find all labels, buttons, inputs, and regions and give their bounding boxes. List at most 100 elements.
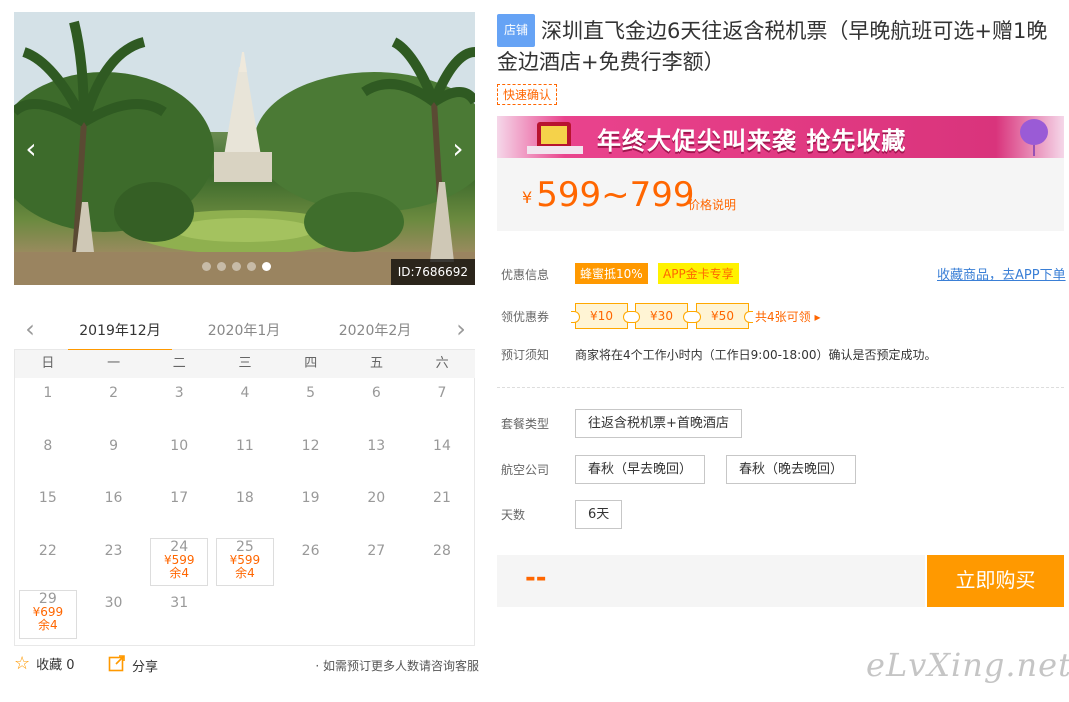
discount-label: 优惠信息: [501, 268, 550, 282]
calendar-day: 26: [278, 536, 344, 589]
price-note-link[interactable]: 价格说明: [688, 196, 736, 213]
calendar-day-number: 24: [170, 538, 189, 555]
calendar-day-stock: 余4: [169, 565, 190, 580]
promo-banner-text: 年终大促尖叫来袭 抢先收藏: [597, 127, 907, 155]
calendar-day: 28: [409, 536, 475, 589]
shop-tag: 店铺: [497, 14, 536, 47]
product-title: 店铺 深圳直飞金边6天往返含税机票（早晚航班可选+赠1晚金边酒店+免费行李额）: [497, 14, 1065, 78]
calendar-day-number: 2: [109, 385, 118, 401]
gallery-dot[interactable]: [232, 262, 241, 271]
calendar-day-number: 15: [38, 490, 57, 506]
weekday-label: 五: [369, 356, 383, 371]
gallery-dots: [202, 262, 271, 271]
booking-notice: 商家将在4个工作小时内（工作日9:00-18:00）确认是否预定成功。: [575, 348, 937, 362]
days-option[interactable]: 6天: [575, 500, 623, 529]
calendar-day-number: 13: [367, 437, 386, 454]
promo-banner[interactable]: 年终大促尖叫来袭 抢先收藏: [497, 116, 1064, 158]
calendar-day: 20: [343, 483, 409, 536]
calendar-day: 18: [212, 483, 278, 536]
gallery-dot-active[interactable]: [262, 262, 271, 271]
product-gallery: ‹ › ID:7686692: [14, 12, 475, 285]
share-icon: [108, 654, 126, 676]
gallery-dot[interactable]: [247, 262, 256, 271]
price-box: ¥599~799 价格说明: [497, 158, 1064, 231]
package-option[interactable]: 往返含税机票+首晚酒店: [575, 409, 742, 438]
calendar-day-number: 23: [104, 542, 123, 559]
calendar-day-number: 10: [170, 437, 189, 454]
calendar-day-available[interactable]: 29 ¥699 余4: [15, 588, 81, 641]
calendar-month-tab[interactable]: 2020年1月: [198, 320, 290, 340]
calendar-day: 21: [409, 483, 475, 536]
calendar-day-number: 22: [38, 542, 57, 559]
calendar-day-number: 21: [433, 490, 451, 506]
calendar-day: 15: [15, 483, 81, 536]
coupon-50[interactable]: ¥50: [692, 303, 753, 329]
calendar-day-number: 18: [235, 490, 254, 506]
calendar-day-number: 4: [240, 385, 250, 401]
coupon-10[interactable]: ¥10: [571, 303, 632, 329]
calendar-day-number: 7: [437, 385, 447, 401]
calendar-grid: 1 2 3 4 5 6 7 8 9 10 11 12 13 14 15 16 17 18 19 20 21 22 23 24 ¥…: [15, 378, 475, 641]
calendar-day-number: 26: [301, 542, 320, 559]
share-button[interactable]: 分享: [108, 654, 158, 676]
calendar-day-number: 31: [170, 595, 189, 611]
calendar-day: 8: [15, 431, 81, 484]
temple-photo: [14, 12, 475, 285]
buy-now-button[interactable]: 立即购买: [927, 555, 1064, 607]
package-label: 套餐类型: [501, 417, 550, 431]
calendar-day-available[interactable]: 24 ¥599 余4: [146, 536, 212, 589]
calendar-day: 9: [81, 431, 147, 484]
calendar-day: 3: [146, 378, 212, 431]
calendar-day-number: 6: [371, 385, 381, 401]
gallery-dot[interactable]: [217, 262, 226, 271]
share-label: 分享: [132, 659, 159, 675]
calendar-day: 1: [15, 378, 81, 431]
calendar-day-number: 1: [43, 385, 53, 401]
coupon-more-link[interactable]: 共4张可领 ▸: [755, 308, 820, 325]
calendar-day: 22: [15, 536, 81, 589]
calendar-prev-arrow[interactable]: ‹: [20, 317, 40, 342]
calendar-week-row: 8 9 10 11 12 13 14: [15, 431, 475, 484]
discount-tag: 蜂蜜抵10%: [575, 263, 648, 284]
calendar-day: 12: [278, 431, 344, 484]
calendar-day: 11: [212, 431, 278, 484]
calendar-day-available[interactable]: 25 ¥599 余4: [212, 536, 278, 589]
calendar-day: 5: [278, 378, 344, 431]
weekday-label: 四: [304, 356, 318, 371]
calendar-week-row: 22 23 24 ¥599 余4 25 ¥599 余4 26 27 28: [15, 536, 475, 589]
calendar-day: 14: [409, 431, 475, 484]
calendar-header: ‹ 2019年12月 2020年1月 2020年2月 ›: [14, 310, 475, 352]
product-id-label: ID:7686692: [390, 259, 475, 285]
calendar-week-row: 15 16 17 18 19 20 21: [15, 483, 475, 536]
calendar-day-stock: 余4: [235, 565, 255, 580]
favorite-button[interactable]: ☆ 收藏 0: [14, 654, 75, 673]
calendar-next-arrow[interactable]: ›: [451, 317, 471, 342]
favorite-app-link[interactable]: 收藏商品，去APP下单: [937, 264, 1066, 283]
gallery-prev-arrow[interactable]: ‹: [18, 134, 44, 164]
gallery-dot[interactable]: [202, 262, 211, 271]
calendar-month-tab[interactable]: 2019年12月: [68, 320, 172, 352]
weekday-label: 六: [435, 356, 449, 371]
calendar-day-number: 5: [306, 385, 316, 401]
discount-tag: APP金卡专享: [658, 263, 739, 284]
calendar-day-number: 12: [301, 437, 320, 454]
calendar-month-tab[interactable]: 2020年2月: [329, 320, 421, 340]
calendar-day: 10: [146, 431, 212, 484]
favorite-label: 收藏 0: [36, 658, 75, 673]
calendar-day: 2: [81, 378, 147, 431]
airline-option[interactable]: 春秋（晚去晚回）: [726, 455, 857, 484]
product-title-block: 店铺 深圳直飞金边6天往返含税机票（早晚航班可选+赠1晚金边酒店+免费行李额）: [497, 14, 1065, 78]
calendar-day: 23: [81, 536, 147, 589]
calendar-day-number: 28: [433, 542, 451, 559]
product-title-text: 深圳直飞金边6天往返含税机票（早晚航班可选+赠1晚金边酒店+免费行李额）: [497, 19, 1048, 74]
gallery-next-arrow[interactable]: ›: [445, 134, 471, 164]
airline-option[interactable]: 春秋（早去晚回）: [575, 455, 706, 484]
weekday-label: 日: [41, 356, 55, 371]
divider: [497, 387, 1064, 388]
calendar-day-number: 8: [43, 437, 53, 454]
calendar-week-row: 1 2 3 4 5 6 7: [15, 378, 475, 431]
fast-confirm-badge: 快速确认: [497, 84, 558, 105]
calendar-day: 6: [343, 378, 409, 431]
coupon-30[interactable]: ¥30: [631, 303, 692, 329]
calendar-day-number: 27: [367, 542, 386, 559]
